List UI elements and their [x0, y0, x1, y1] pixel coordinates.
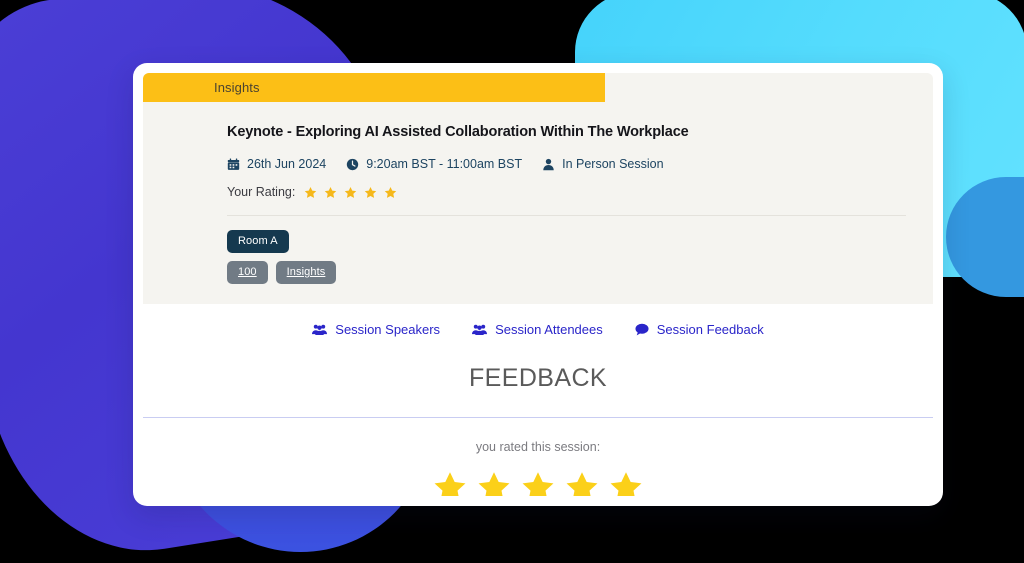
star-icon[interactable]	[344, 186, 357, 199]
tag-capacity[interactable]: 100	[227, 261, 268, 284]
session-card: Insights Keynote - Exploring AI Assisted…	[133, 63, 943, 506]
nav-link-session-feedback[interactable]: Session Feedback	[635, 322, 764, 337]
session-panel-body: Keynote - Exploring AI Assisted Collabor…	[143, 102, 933, 199]
insights-banner: Insights	[143, 73, 605, 102]
session-time: 9:20am BST - 11:00am BST	[346, 157, 522, 171]
nav-link-label: Session Attendees	[495, 322, 603, 337]
session-date: 26th Jun 2024	[227, 157, 326, 171]
session-date-text: 26th Jun 2024	[247, 157, 327, 171]
screenshot-stage: Insights Keynote - Exploring AI Assisted…	[0, 0, 1024, 563]
your-rating-label: Your Rating:	[227, 185, 296, 199]
clock-icon	[346, 158, 359, 171]
star-icon[interactable]	[324, 186, 337, 199]
nav-link-session-speakers[interactable]: Session Speakers	[312, 322, 440, 337]
session-nav-links: Session Speakers Session Attendees Sessi…	[143, 304, 933, 337]
tag-room[interactable]: Room A	[227, 230, 289, 253]
star-icon[interactable]	[433, 470, 467, 496]
tag-track[interactable]: Insights	[275, 261, 337, 284]
session-details-panel: Insights Keynote - Exploring AI Assisted…	[143, 73, 933, 304]
nav-link-label: Session Feedback	[656, 322, 764, 337]
your-rating-row: Your Rating:	[227, 185, 906, 199]
session-type: In Person Session	[542, 157, 664, 171]
feedback-rating-stars[interactable]	[143, 454, 933, 496]
star-icon[interactable]	[304, 186, 317, 199]
users-icon	[312, 323, 328, 336]
session-title: Keynote - Exploring AI Assisted Collabor…	[227, 124, 689, 140]
comment-icon	[635, 323, 649, 336]
calendar-icon	[227, 157, 240, 171]
star-icon[interactable]	[364, 186, 377, 199]
feedback-heading: FEEDBACK	[143, 337, 933, 417]
secondary-tags-row: 100 Insights	[227, 261, 906, 284]
star-icon[interactable]	[565, 470, 599, 496]
nav-link-session-attendees[interactable]: Session Attendees	[472, 322, 603, 337]
person-icon	[542, 158, 555, 171]
star-icon[interactable]	[384, 186, 397, 199]
star-icon[interactable]	[521, 470, 555, 496]
session-card-inner: Insights Keynote - Exploring AI Assisted…	[143, 73, 933, 496]
star-icon[interactable]	[609, 470, 643, 496]
session-meta-row: 26th Jun 2024 9:20am BST - 11:00am BST I…	[227, 157, 906, 171]
star-icon[interactable]	[477, 470, 511, 496]
nav-link-label: Session Speakers	[335, 322, 441, 337]
session-type-text: In Person Session	[562, 157, 664, 171]
session-tags: Room A 100 Insights	[143, 216, 933, 284]
insights-banner-label: Insights	[214, 80, 260, 95]
your-rating-stars[interactable]	[304, 186, 397, 199]
session-time-text: 9:20am BST - 11:00am BST	[366, 157, 523, 171]
you-rated-text: you rated this session:	[143, 418, 933, 454]
users-icon	[472, 323, 488, 336]
